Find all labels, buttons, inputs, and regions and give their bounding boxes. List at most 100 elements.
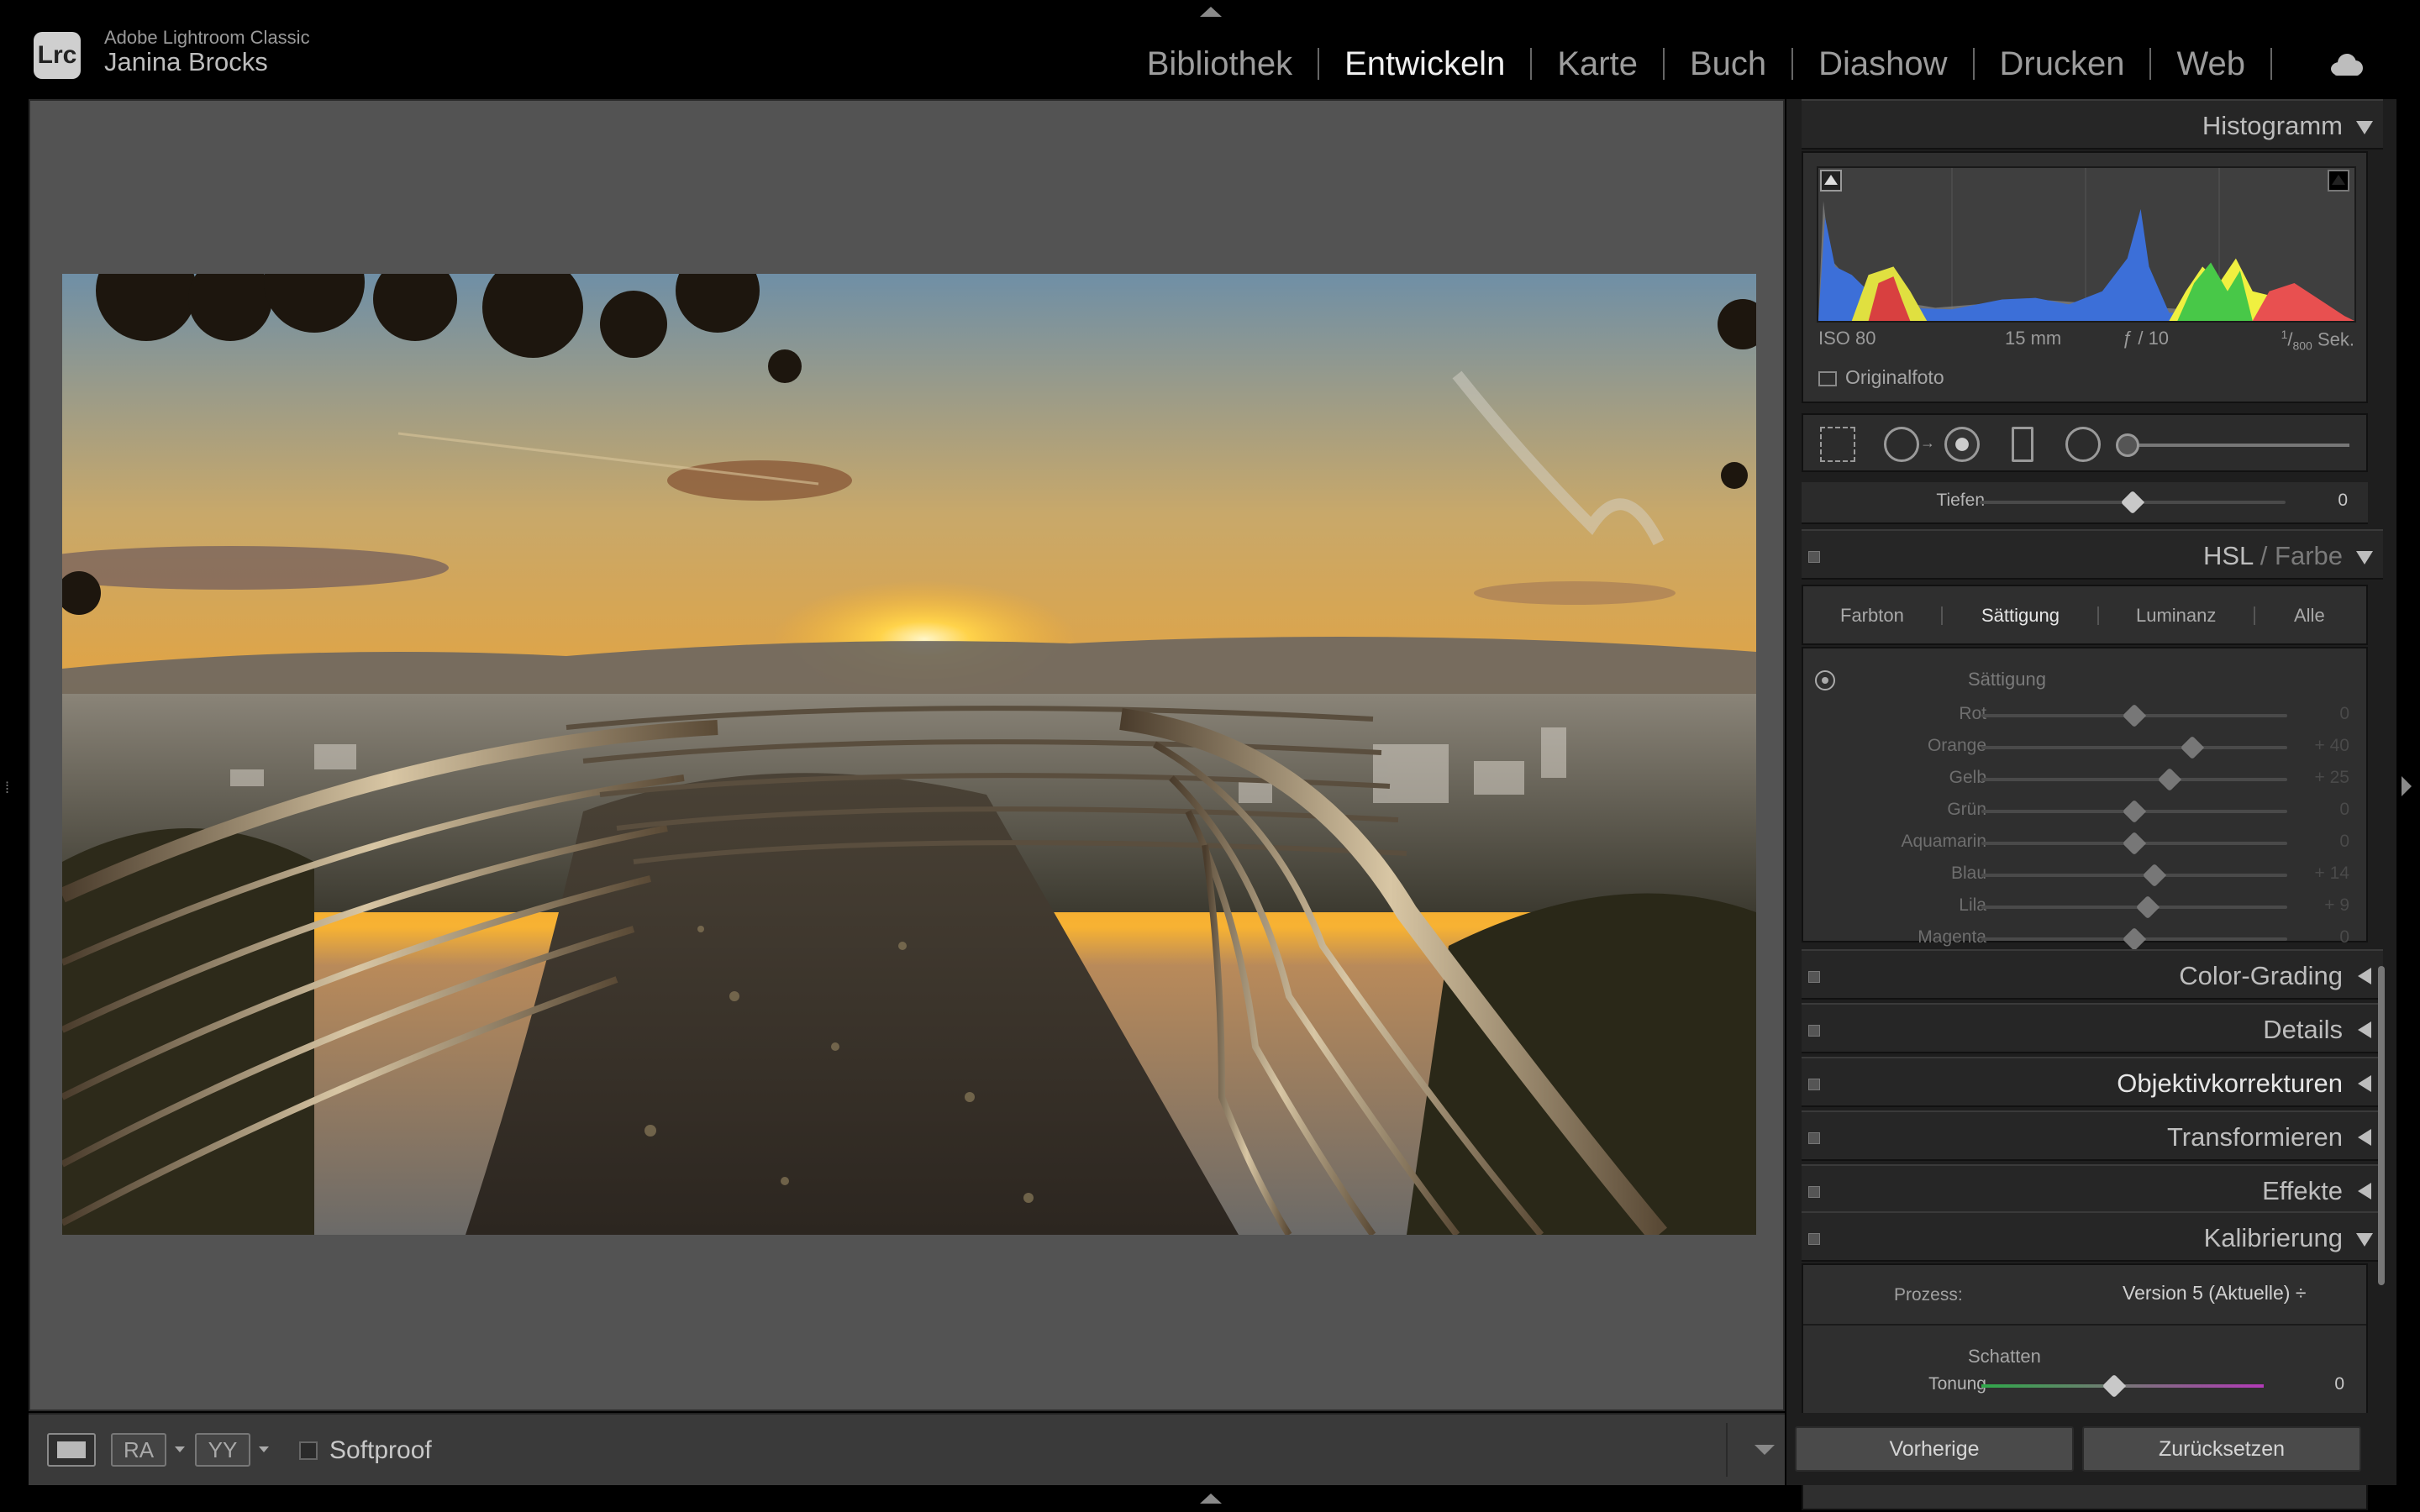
module-entwickeln[interactable]: Entwickeln bbox=[1344, 45, 1505, 83]
module-karte[interactable]: Karte bbox=[1557, 45, 1638, 83]
histogram-title: Histogramm bbox=[2202, 111, 2343, 140]
right-panel-toggle-icon[interactable] bbox=[2402, 776, 2412, 796]
hsl-header[interactable]: HSL / Farbe bbox=[1802, 529, 2383, 580]
before-after-view-button[interactable]: RA bbox=[111, 1433, 166, 1467]
slider-track[interactable] bbox=[1981, 778, 2287, 781]
softproof-checkbox[interactable] bbox=[299, 1441, 318, 1460]
slider-value[interactable]: + 25 bbox=[2282, 768, 2349, 788]
panel-toggle-switch[interactable] bbox=[1808, 1025, 1820, 1037]
expand-triangle-icon[interactable] bbox=[2358, 968, 2371, 984]
before-after-menu-caret-icon[interactable] bbox=[175, 1446, 185, 1452]
module-bibliothek[interactable]: Bibliothek bbox=[1147, 45, 1292, 83]
swap-menu-caret-icon[interactable] bbox=[259, 1446, 269, 1452]
module-separator bbox=[2270, 48, 2272, 80]
tab-separator bbox=[2097, 606, 2099, 625]
expand-triangle-icon[interactable] bbox=[2358, 1129, 2371, 1146]
panel-toggle-switch[interactable] bbox=[1808, 551, 1820, 563]
expand-triangle-icon[interactable] bbox=[2358, 1183, 2371, 1200]
slider-value[interactable]: + 9 bbox=[2282, 895, 2349, 916]
slider-track[interactable] bbox=[1981, 746, 2287, 749]
slider-label: Grün bbox=[1947, 800, 1986, 819]
tab-alle[interactable]: Alle bbox=[2294, 605, 2325, 627]
shadow-clipping-icon[interactable] bbox=[1820, 170, 1842, 192]
tab-luminanz[interactable]: Luminanz bbox=[2136, 605, 2216, 627]
toolbar-options-icon[interactable] bbox=[1754, 1445, 1775, 1455]
identity-plate-user[interactable]: Janina Brocks bbox=[104, 47, 268, 77]
expand-triangle-icon[interactable] bbox=[2358, 1021, 2371, 1038]
histogram-header[interactable]: Histogramm bbox=[1802, 99, 2383, 150]
spot-removal-icon[interactable] bbox=[1884, 427, 1935, 462]
graduated-filter-icon[interactable] bbox=[2012, 427, 2033, 462]
original-photo-checkbox[interactable] bbox=[1818, 371, 1837, 386]
target-adjust-icon[interactable] bbox=[1815, 670, 1835, 690]
slider-track[interactable] bbox=[1981, 906, 2287, 909]
kalibrierung-title: Kalibrierung bbox=[2203, 1223, 2343, 1252]
top-panel-toggle-icon[interactable] bbox=[1200, 7, 1222, 17]
module-separator bbox=[1662, 48, 1665, 80]
module-web[interactable]: Web bbox=[2176, 45, 2245, 83]
module-separator bbox=[1530, 48, 1533, 80]
loupe-view-button[interactable] bbox=[47, 1433, 96, 1467]
slider-track[interactable] bbox=[1981, 874, 2287, 877]
exif-aperture: ƒ / 10 bbox=[2123, 328, 2170, 349]
slider-value[interactable]: 0 bbox=[2282, 832, 2349, 852]
slider-value[interactable]: 0 bbox=[2282, 927, 2349, 948]
module-separator bbox=[2149, 48, 2152, 80]
panel-header-details[interactable]: Details bbox=[1802, 1003, 2383, 1053]
highlight-clipping-icon[interactable] bbox=[2328, 170, 2349, 192]
left-panel-toggle-icon[interactable]: ⁞ bbox=[5, 780, 13, 803]
radial-filter-icon[interactable] bbox=[2065, 427, 2101, 462]
panel-scrollbar-thumb[interactable] bbox=[2378, 966, 2385, 1285]
slider-value[interactable]: + 40 bbox=[2282, 736, 2349, 756]
reset-button[interactable]: Zurücksetzen bbox=[2082, 1426, 2361, 1472]
kalibrierung-header[interactable]: Kalibrierung bbox=[1802, 1211, 2383, 1262]
photo-canvas[interactable] bbox=[29, 99, 1785, 1411]
previous-button[interactable]: Vorherige bbox=[1795, 1426, 2074, 1472]
prozess-select[interactable]: Version 5 (Aktuelle) ÷ bbox=[2123, 1282, 2306, 1305]
collapse-triangle-icon[interactable] bbox=[2356, 1233, 2373, 1247]
tab-farbton[interactable]: Farbton bbox=[1840, 605, 1904, 627]
photo-preview[interactable] bbox=[62, 274, 1756, 1235]
tab-saettigung[interactable]: Sättigung bbox=[1981, 605, 2060, 627]
tone-panel-fragment: Tiefen 0 bbox=[1802, 482, 2368, 524]
panel-title: Color-Grading bbox=[2179, 961, 2343, 990]
module-drucken[interactable]: Drucken bbox=[2000, 45, 2125, 83]
slider-value[interactable]: 0 bbox=[2282, 800, 2349, 820]
collapse-triangle-icon[interactable] bbox=[2356, 121, 2373, 134]
hsl-saturation-panel: Sättigung Rot 0 Orange + 40 Gelb + 25 Grün 0 Aqu… bbox=[1802, 647, 2368, 947]
expand-triangle-icon[interactable] bbox=[2358, 1075, 2371, 1092]
module-diashow[interactable]: Diashow bbox=[1818, 45, 1947, 83]
slider-value[interactable]: 0 bbox=[2281, 491, 2348, 511]
collapse-triangle-icon[interactable] bbox=[2356, 551, 2373, 564]
red-eye-icon[interactable] bbox=[1944, 427, 1980, 462]
panel-toggle-switch[interactable] bbox=[1808, 971, 1820, 983]
filmstrip-toggle-icon[interactable] bbox=[1200, 1494, 1222, 1504]
cloud-icon[interactable] bbox=[2328, 52, 2365, 76]
slider-value[interactable]: 0 bbox=[2282, 704, 2349, 724]
swap-view-button[interactable]: YY bbox=[195, 1433, 250, 1467]
module-buch[interactable]: Buch bbox=[1690, 45, 1766, 83]
slider-value[interactable]: 0 bbox=[2277, 1374, 2344, 1394]
panel-header-color-grading[interactable]: Color-Grading bbox=[1802, 949, 2383, 1000]
panel-title: Effekte bbox=[2262, 1176, 2343, 1205]
panel-header-objektivkorrekturen[interactable]: Objektivkorrekturen bbox=[1802, 1057, 2383, 1107]
histogram-panel: ISO 80 15 mm ƒ / 10 1/800 Sek. Originalf… bbox=[1802, 151, 2368, 403]
histogram-graph[interactable] bbox=[1817, 166, 2356, 323]
panel-toggle-switch[interactable] bbox=[1808, 1233, 1820, 1245]
toolbar-divider bbox=[1726, 1423, 1728, 1477]
panel-header-effekte[interactable]: Effekte bbox=[1802, 1164, 2383, 1215]
panel-toggle-switch[interactable] bbox=[1808, 1132, 1820, 1144]
slider-value[interactable]: + 14 bbox=[2282, 864, 2349, 884]
panel-toggle-switch[interactable] bbox=[1808, 1186, 1820, 1198]
hsl-title-farbe[interactable]: Farbe bbox=[2275, 541, 2343, 570]
tool-strip-slider-knob[interactable] bbox=[2116, 433, 2139, 457]
exif-shutter-speed: 1/800 Sek. bbox=[2281, 328, 2354, 353]
panel-title: Transformieren bbox=[2166, 1122, 2343, 1152]
crop-icon[interactable] bbox=[1820, 427, 1855, 462]
hsl-title-hsl[interactable]: HSL bbox=[2203, 541, 2253, 570]
panel-title: Details bbox=[2263, 1015, 2343, 1044]
hsl-title: HSL / Farbe bbox=[2203, 541, 2343, 571]
panel-toggle-switch[interactable] bbox=[1808, 1079, 1820, 1090]
panel-header-transformieren[interactable]: Transformieren bbox=[1802, 1110, 2383, 1161]
top-bar: Lrc Adobe Lightroom Classic Janina Brock… bbox=[0, 0, 2420, 97]
